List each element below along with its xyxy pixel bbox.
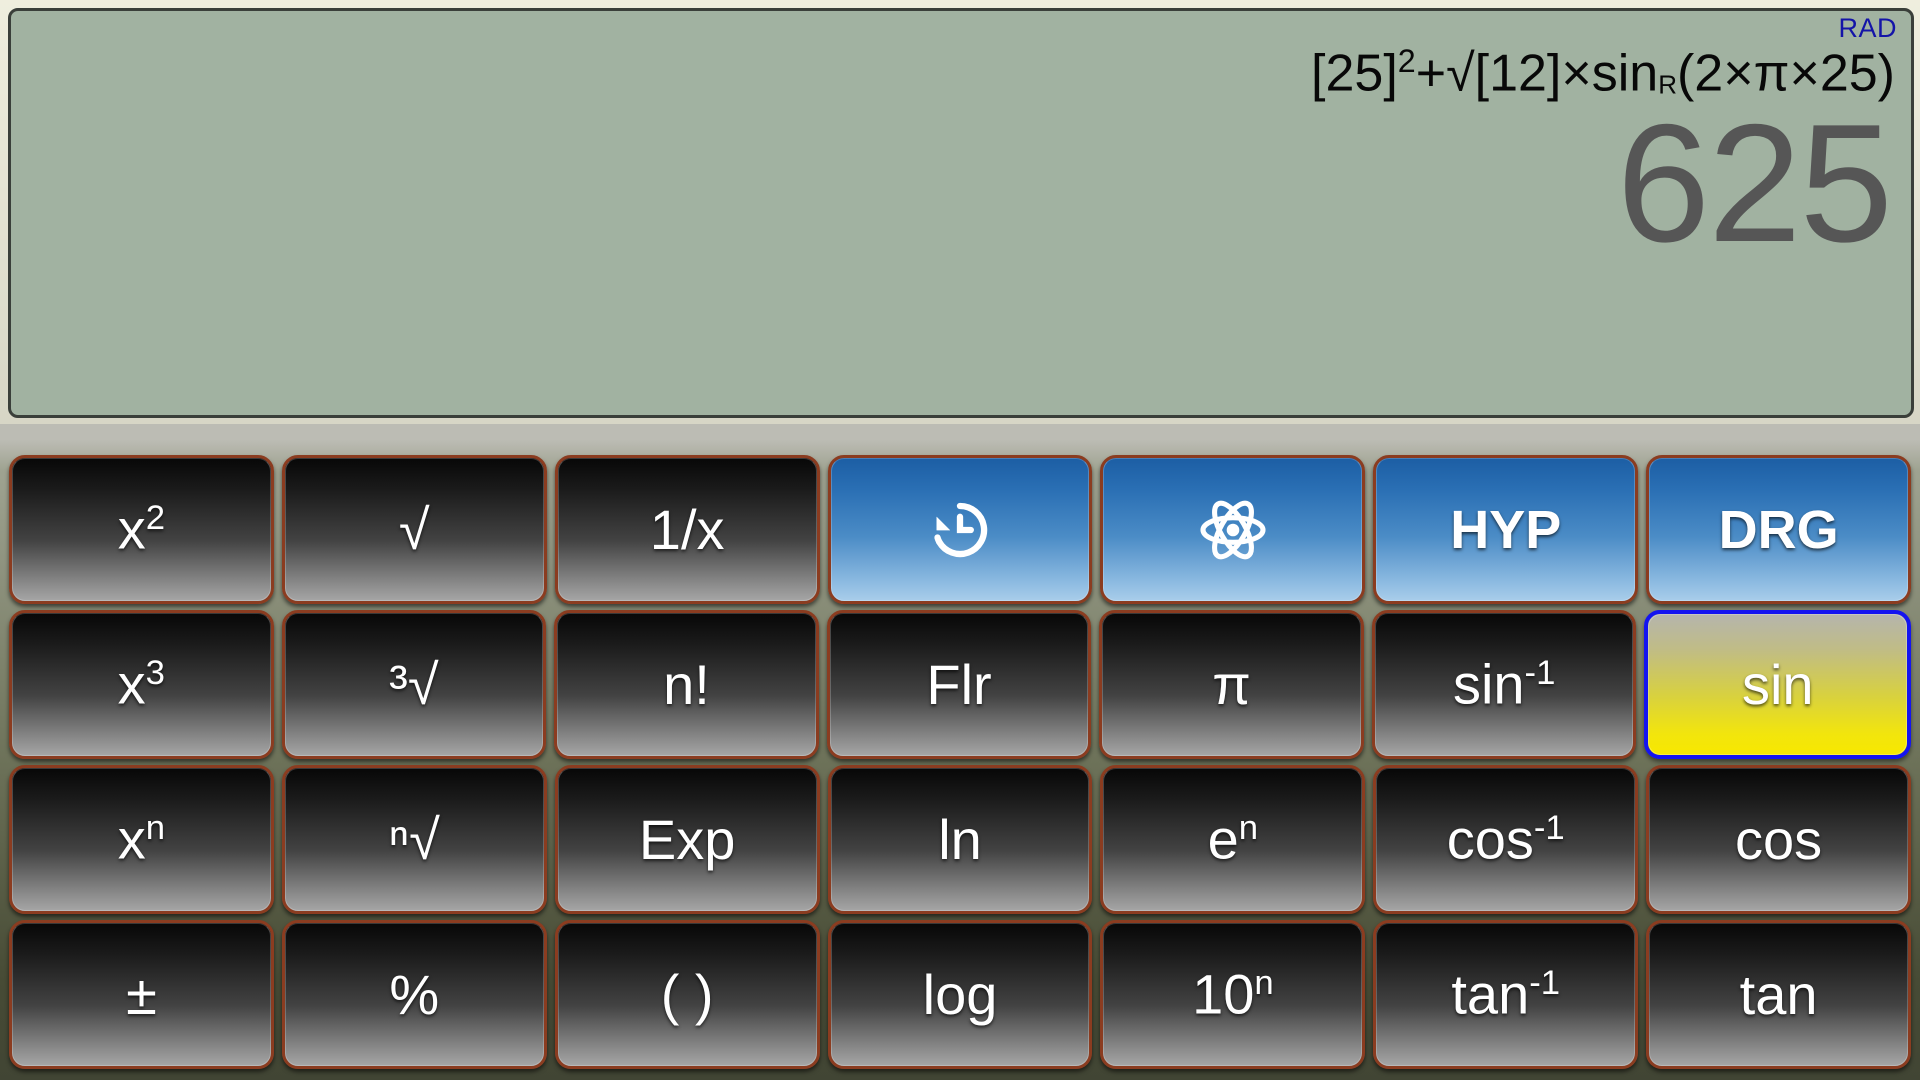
key-constants[interactable]	[1100, 455, 1366, 604]
key-tangent[interactable]: tan	[1646, 920, 1912, 1069]
key-label-superscript: n	[1238, 809, 1259, 848]
key-label: ln	[938, 807, 982, 871]
key-label: tan	[1739, 962, 1818, 1026]
key-ten-power-n[interactable]: 10n	[1100, 920, 1366, 1069]
key-label: ⁿ√	[388, 807, 440, 871]
key-cube-root[interactable]: ³√	[281, 610, 547, 759]
key-label-superscript: -1	[1533, 809, 1565, 848]
key-parentheses[interactable]: ( )	[554, 920, 820, 1069]
key-label: cos	[1735, 807, 1823, 871]
key-label: HYP	[1450, 499, 1562, 560]
key-pi[interactable]: π	[1099, 610, 1364, 759]
key-label: x2	[117, 497, 166, 561]
calculator-display[interactable]: RAD [25]2+√[12]×sinR(2×π×25) 625	[8, 8, 1914, 418]
key-label-superscript: n	[145, 809, 166, 848]
key-label: 10n	[1192, 962, 1274, 1026]
key-label: %	[389, 962, 440, 1026]
history-icon	[924, 494, 996, 566]
key-label: √	[398, 497, 430, 561]
key-reciprocal[interactable]: 1/x	[554, 455, 820, 604]
key-hyperbolic[interactable]: HYP	[1373, 455, 1639, 604]
key-label: DRG	[1718, 499, 1839, 560]
key-nth-root[interactable]: ⁿ√	[281, 765, 547, 914]
key-x-cubed[interactable]: x3	[9, 610, 274, 759]
key-cosine[interactable]: cos	[1646, 765, 1912, 914]
angle-mode-indicator: RAD	[1838, 13, 1897, 43]
key-label-superscript: 2	[145, 499, 166, 538]
key-label-superscript: -1	[1524, 654, 1556, 693]
key-angle-mode[interactable]: DRG	[1646, 455, 1912, 604]
key-label: xn	[117, 807, 166, 871]
keypad-row: ±% ( ) log 10n tan-1 tan	[5, 917, 1915, 1072]
result-value: 625	[1616, 89, 1893, 277]
key-exponent[interactable]: Exp	[554, 765, 820, 914]
key-label: ( )	[660, 962, 714, 1026]
key-label: x3	[117, 652, 165, 716]
key-floor[interactable]: Flr	[826, 610, 1092, 759]
key-history[interactable]	[827, 455, 1093, 604]
keypad-row: xn ⁿ√ Exp ln en cos-1 cos	[5, 762, 1915, 917]
key-log-base-10[interactable]: log	[827, 920, 1093, 1069]
scientific-calculator-app: RAD [25]2+√[12]×sinR(2×π×25) 625 x2 √ 1/x H…	[0, 0, 1920, 1080]
key-arctangent[interactable]: tan-1	[1373, 920, 1639, 1069]
atom-icon	[1197, 494, 1269, 566]
key-label: log	[922, 962, 998, 1026]
key-label-superscript: -1	[1529, 964, 1561, 1003]
key-factorial[interactable]: n!	[554, 610, 819, 759]
key-label: Flr	[926, 652, 992, 716]
key-label-superscript: n	[1254, 964, 1274, 1003]
key-label: n!	[663, 652, 710, 716]
expression-superscript: 2	[1397, 43, 1416, 79]
key-percent[interactable]: %	[281, 920, 547, 1069]
key-label: en	[1207, 807, 1259, 871]
display-frame: RAD [25]2+√[12]×sinR(2×π×25) 625	[0, 0, 1920, 424]
key-label: π	[1212, 652, 1251, 716]
key-label: cos-1	[1446, 807, 1565, 871]
key-label: ±	[126, 962, 157, 1026]
key-arcsine[interactable]: sin-1	[1371, 610, 1637, 759]
key-square-root[interactable]: √	[281, 455, 547, 604]
key-plus-minus[interactable]: ±	[9, 920, 274, 1069]
key-x-power-n[interactable]: xn	[9, 765, 274, 914]
key-e-power-n[interactable]: en	[1100, 765, 1366, 914]
key-label-superscript: 3	[145, 654, 165, 693]
key-label: tan-1	[1451, 962, 1561, 1026]
key-label: Exp	[638, 807, 736, 871]
keypad-row: x3 ³√ n! Flr π sin-1 sin	[5, 607, 1915, 762]
keypad: x2 √ 1/x HYP DRG x3 ³√ n! Flr π sin-1 sin xn ⁿ√ Exp ln e…	[0, 452, 1920, 1080]
key-label: ³√	[389, 652, 439, 716]
expression-open: [25]	[1311, 44, 1398, 103]
key-label: 1/x	[649, 497, 725, 561]
key-sine[interactable]: sin	[1644, 610, 1912, 759]
key-label: sin-1	[1452, 652, 1556, 716]
key-label: sin	[1741, 652, 1814, 716]
keypad-row: x2 √ 1/x HYP DRG	[5, 452, 1915, 607]
key-x-squared[interactable]: x2	[9, 455, 274, 604]
key-arccosine[interactable]: cos-1	[1373, 765, 1639, 914]
key-natural-log[interactable]: ln	[827, 765, 1093, 914]
